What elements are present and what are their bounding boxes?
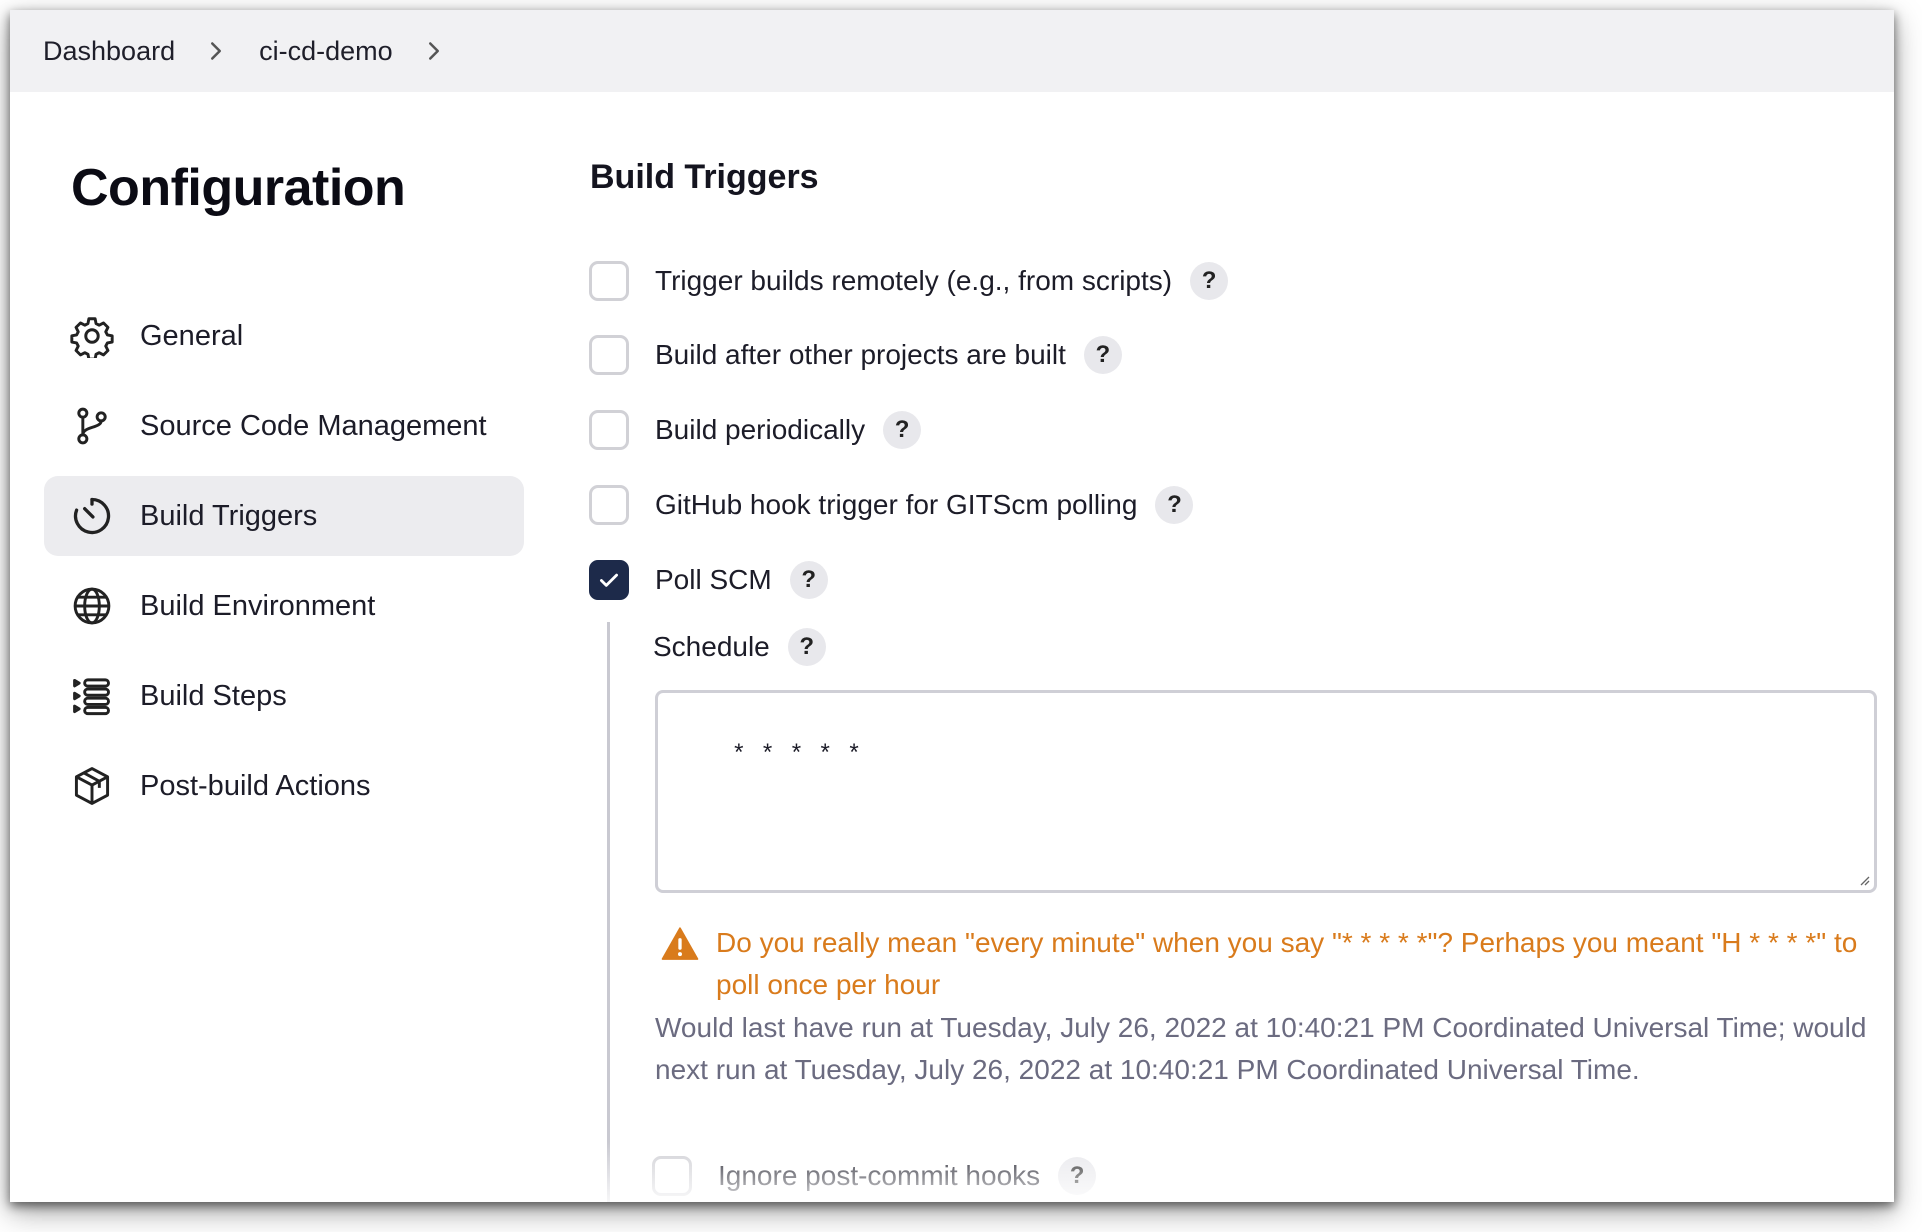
help-icon[interactable]: ? — [883, 411, 922, 449]
ignore-hooks-label[interactable]: Ignore post-commit hooks — [718, 1160, 1040, 1192]
globe-icon — [70, 584, 114, 628]
help-icon[interactable]: ? — [1190, 262, 1229, 300]
section-title: Build Triggers — [590, 158, 819, 196]
schedule-value: * * * * * — [731, 742, 862, 769]
warning-icon — [661, 927, 699, 960]
sidebar-item-label: Build Steps — [140, 679, 287, 712]
checkmark-icon — [600, 573, 618, 587]
git-branch-icon — [70, 404, 114, 448]
sidebar-item-label: Build Triggers — [140, 499, 318, 532]
help-icon[interactable]: ? — [1155, 486, 1194, 524]
app-window: Dashboard ci-cd-demo Configuration Gener… — [10, 10, 1894, 1202]
trigger-remote-checkbox[interactable] — [589, 261, 629, 301]
help-icon[interactable]: ? — [1058, 1157, 1097, 1195]
sidebar-item-post-build-actions[interactable]: Post-build Actions — [44, 746, 524, 826]
build-after-other-checkbox[interactable] — [589, 335, 629, 375]
help-icon[interactable]: ? — [787, 628, 826, 666]
gear-icon — [70, 314, 114, 358]
build-periodically-checkbox[interactable] — [589, 410, 629, 450]
schedule-textarea[interactable]: * * * * * — [655, 690, 1877, 893]
clock-icon — [70, 494, 114, 538]
trigger-label[interactable]: Build after other projects are built — [655, 339, 1066, 371]
breadcrumb-dashboard[interactable]: Dashboard — [43, 36, 175, 67]
github-hook-checkbox[interactable] — [589, 485, 629, 525]
sidebar-item-label: General — [140, 319, 244, 352]
nested-options-divider — [607, 622, 610, 1202]
schedule-warning: Do you really mean "every minute" when y… — [660, 922, 1882, 1006]
sidebar-item-label: Build Environment — [140, 589, 376, 622]
help-icon[interactable]: ? — [1083, 336, 1122, 374]
breadcrumb-project[interactable]: ci-cd-demo — [259, 36, 393, 67]
poll-scm-checkbox[interactable] — [589, 560, 629, 600]
package-icon — [70, 764, 114, 808]
trigger-label[interactable]: Build periodically — [655, 414, 865, 446]
list-steps-icon — [70, 674, 114, 718]
trigger-row: Poll SCM ? — [589, 557, 828, 603]
sidebar-item-build-triggers[interactable]: Build Triggers — [44, 476, 524, 556]
sidebar-item-build-steps[interactable]: Build Steps — [44, 656, 524, 736]
sidebar-item-build-environment[interactable]: Build Environment — [44, 566, 524, 646]
trigger-label[interactable]: Poll SCM — [655, 564, 772, 596]
trigger-row: Build after other projects are built ? — [589, 332, 1122, 378]
schedule-info: Would last have run at Tuesday, July 26,… — [655, 1012, 1867, 1085]
schedule-label: Schedule — [653, 631, 770, 662]
resize-handle-icon[interactable] — [1856, 872, 1870, 886]
chevron-right-icon[interactable] — [201, 36, 231, 66]
trigger-row: Build periodically ? — [589, 407, 922, 453]
sidebar-item-label: Source Code Management — [140, 409, 487, 442]
breadcrumb: Dashboard ci-cd-demo — [10, 10, 1894, 92]
sidebar-item-general[interactable]: General — [44, 296, 524, 376]
trigger-label[interactable]: Trigger builds remotely (e.g., from scri… — [655, 265, 1172, 297]
ignore-hooks-row: Ignore post-commit hooks ? — [652, 1153, 1097, 1199]
trigger-row: Trigger builds remotely (e.g., from scri… — [589, 258, 1229, 304]
trigger-label[interactable]: GitHub hook trigger for GITScm polling — [655, 489, 1137, 521]
chevron-right-icon[interactable] — [419, 36, 449, 66]
ignore-post-commit-hooks-checkbox[interactable] — [652, 1156, 692, 1196]
trigger-row: GitHub hook trigger for GITScm polling ? — [589, 482, 1194, 528]
warning-text: Do you really mean "every minute" when y… — [716, 927, 1858, 1000]
schedule-label-row: Schedule ? — [653, 628, 826, 666]
page-title: Configuration — [71, 159, 406, 217]
sidebar-item-source-code-management[interactable]: Source Code Management — [44, 386, 524, 466]
sidebar-item-label: Post-build Actions — [140, 769, 371, 802]
help-icon[interactable]: ? — [789, 561, 828, 599]
